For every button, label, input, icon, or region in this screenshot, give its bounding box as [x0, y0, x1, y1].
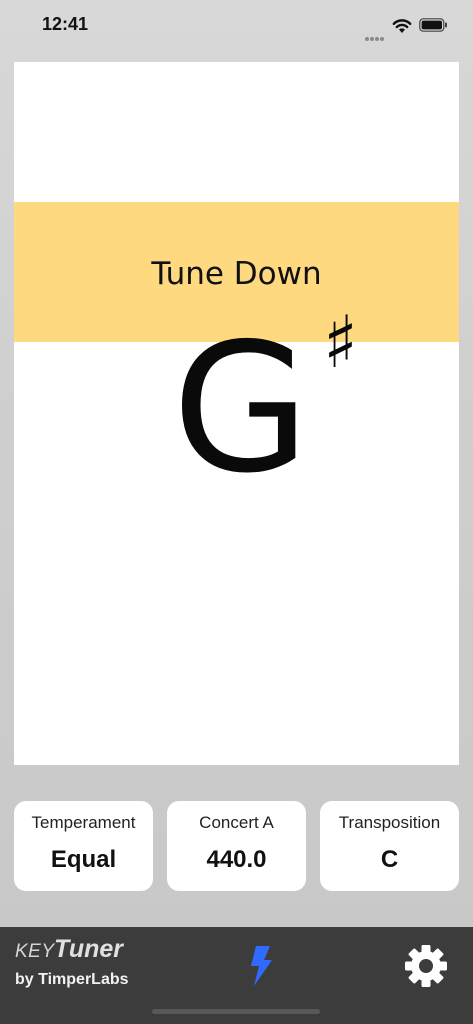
brand-key-text: KEY: [15, 941, 55, 962]
gear-icon[interactable]: [404, 944, 448, 988]
cellular-signal-icon: [365, 26, 385, 41]
status-bar: 12:41: [0, 0, 473, 52]
detected-note: G: [172, 305, 310, 512]
transposition-card[interactable]: Transposition C: [320, 801, 459, 891]
temperament-label: Temperament: [31, 813, 136, 832]
temperament-value: Equal: [50, 846, 117, 873]
battery-icon: [419, 18, 447, 32]
transposition-value: C: [380, 846, 399, 873]
brand-tuner-text: Tuner: [54, 935, 123, 963]
tuner-display: Tune Down G ♯: [14, 62, 459, 765]
concert-a-label: Concert A: [199, 813, 274, 832]
brand-byline: by TimperLabs: [15, 971, 129, 988]
wifi-icon: [392, 19, 412, 33]
concert-a-value: 440.0: [206, 846, 267, 873]
transposition-label: Transposition: [338, 813, 441, 832]
bolt-icon[interactable]: [248, 945, 276, 987]
home-indicator[interactable]: [152, 1009, 320, 1014]
temperament-card[interactable]: Temperament Equal: [14, 801, 153, 891]
concert-a-card[interactable]: Concert A 440.0: [167, 801, 306, 891]
tune-instruction: Tune Down: [151, 256, 322, 292]
note-accidental: ♯: [323, 300, 358, 384]
status-time: 12:41: [42, 14, 89, 34]
